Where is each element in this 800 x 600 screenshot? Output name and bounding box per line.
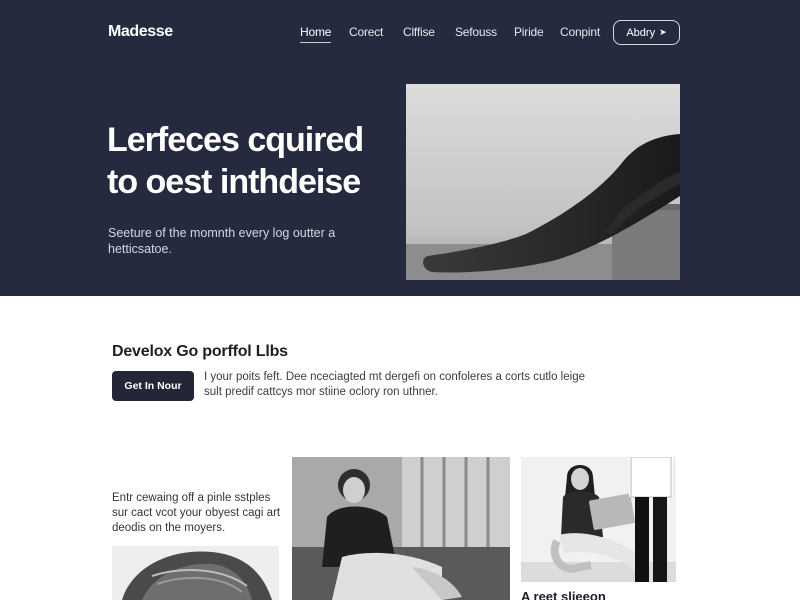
nav-link-6[interactable]: Conpint bbox=[560, 25, 600, 39]
nav-link-3[interactable]: Clffise bbox=[403, 25, 435, 39]
nav-link-4[interactable]: Sefouss bbox=[455, 25, 497, 39]
get-in-touch-button[interactable]: Get In Nour bbox=[112, 371, 194, 401]
hero-section: Madesse Home Corect Clffise Sefouss Piri… bbox=[0, 0, 800, 296]
nav-link-home[interactable]: Home bbox=[300, 25, 332, 43]
section-description: I your poits feft. Dee nceciagted mt der… bbox=[204, 371, 585, 398]
card-right-caption: A reet slieeon bbox=[521, 589, 606, 600]
hero-image bbox=[406, 84, 680, 280]
nav-link-5[interactable]: Piride bbox=[514, 25, 544, 39]
card-right-image[interactable] bbox=[521, 457, 676, 582]
nav-link-2[interactable]: Corect bbox=[349, 25, 383, 39]
hero-subtitle: Seeture of the momnth every log outter a… bbox=[108, 226, 336, 256]
card-left-text: Entr cewaing off a pinle sstples sur cac… bbox=[112, 492, 281, 534]
section-heading: Develox Go porffol Llbs bbox=[112, 343, 288, 360]
arrow-right-icon: ➤ bbox=[659, 27, 667, 37]
card-left-image[interactable] bbox=[112, 546, 279, 600]
main-nav: Home Corect Clffise Sefouss Piride Conpi… bbox=[0, 25, 800, 45]
nav-cta-label: Abdry bbox=[626, 26, 656, 39]
card-middle-image[interactable] bbox=[292, 457, 510, 600]
nav-cta-button[interactable]: Abdry ➤ bbox=[613, 20, 680, 45]
hero-title: Lerfeces cquired to oest inthdeise bbox=[107, 121, 364, 201]
